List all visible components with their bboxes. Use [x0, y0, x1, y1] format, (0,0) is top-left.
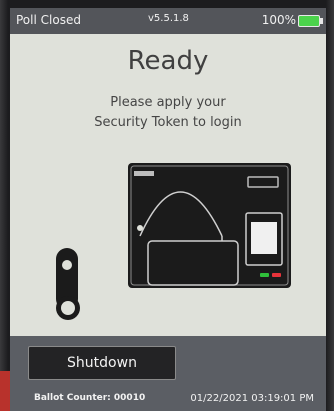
security-token-icon [56, 248, 80, 320]
voting-device-illustration-icon [128, 163, 291, 288]
date-time: 01/22/2021 03:19:01 PM [190, 393, 314, 404]
device-red-corner [0, 371, 10, 411]
screen: Poll Closed v5.5.1.8 100% Ready Please a… [10, 8, 326, 411]
shutdown-button-label: Shutdown [67, 355, 137, 371]
footer-bar: Shutdown Ballot Counter: 00010 01/22/202… [10, 336, 326, 411]
token-illustration [56, 163, 291, 320]
ballot-counter: Ballot Counter: 00010 [34, 393, 146, 403]
shutdown-button[interactable]: Shutdown [28, 346, 176, 380]
